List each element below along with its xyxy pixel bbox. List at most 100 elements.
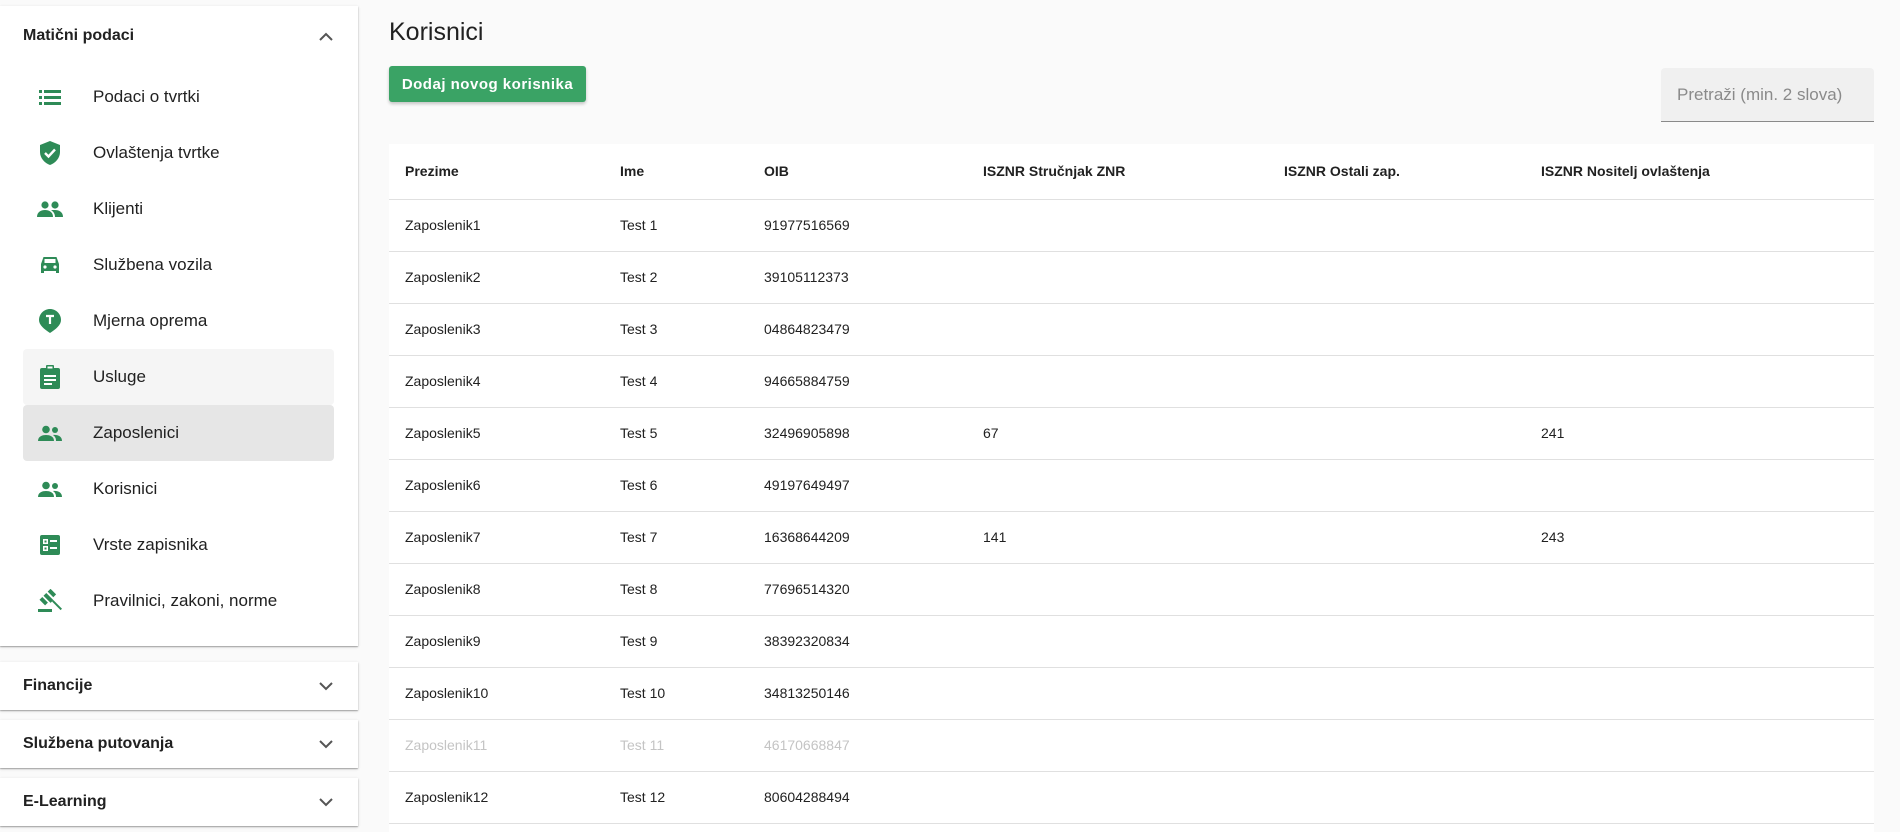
sidebar-item-label: Ovlaštenja tvrtke [93, 143, 220, 162]
section-sluzbena-putovanja[interactable]: Službena putovanja [0, 720, 358, 768]
sidebar-item-korisnici[interactable]: Korisnici [23, 461, 334, 517]
cell-ime: Test 1 [604, 199, 748, 252]
cell-isznr-nositelj [1525, 303, 1874, 356]
cell-isznr-strucnjak [967, 719, 1268, 772]
column-header-ime[interactable]: Ime [604, 144, 748, 200]
list-icon [36, 83, 64, 111]
cell-oib: 94665884759 [748, 355, 967, 408]
cell-isznr-ostali [1268, 355, 1525, 408]
table-row[interactable]: Zaposlenik4 Test 4 94665884759 [389, 355, 1874, 408]
verified-shield-icon [36, 139, 64, 167]
column-header-prezime[interactable]: Prezime [389, 144, 604, 200]
cell-isznr-strucnjak [967, 251, 1268, 304]
sidebar-item-klijenti[interactable]: Klijenti [23, 181, 334, 237]
sidebar-item-label: Vrste zapisnika [93, 535, 208, 554]
table-row[interactable]: Zaposlenik6 Test 6 49197649497 [389, 459, 1874, 512]
cell-isznr-ostali [1268, 459, 1525, 512]
car-icon [36, 251, 64, 279]
sidebar-item-mjerna-oprema[interactable]: Mjerna oprema [23, 293, 334, 349]
table-row[interactable]: Zaposlenik1 Test 1 91977516569 [389, 199, 1874, 252]
cell-prezime: Zaposlenik8 [389, 563, 604, 616]
sidebar-item-usluge[interactable]: Usluge [23, 349, 334, 405]
list-alt-icon [36, 531, 64, 559]
sidebar-item-sluzbena-vozila[interactable]: Službena vozila [23, 237, 334, 293]
cell-ime: Test 3 [604, 303, 748, 356]
sidebar-item-label: Korisnici [93, 479, 158, 498]
cell-isznr-nositelj: 241 [1525, 407, 1874, 460]
section-header-sluzbena-putovanja[interactable]: Službena putovanja [0, 720, 358, 768]
chevron-up-icon[interactable] [316, 26, 336, 46]
cell-isznr-nositelj [1525, 615, 1874, 668]
section-e-learning[interactable]: E-Learning [0, 778, 358, 826]
cell-isznr-ostali [1268, 719, 1525, 772]
cell-oib: 39105112373 [748, 251, 967, 304]
cell-oib: 16368644209 [748, 511, 967, 564]
sidebar-item-label: Klijenti [93, 199, 144, 218]
table-row[interactable]: Zaposlenik5 Test 5 32496905898 67 241 [389, 407, 1874, 460]
cell-isznr-nositelj: 243 [1525, 511, 1874, 564]
cell-ime: Test 12 [604, 771, 748, 824]
cell-ime: Test 6 [604, 459, 748, 512]
chevron-down-icon[interactable] [316, 792, 336, 812]
cell-isznr-strucnjak [967, 459, 1268, 512]
cell-ime: Test 8 [604, 563, 748, 616]
cell-isznr-nositelj [1525, 459, 1874, 512]
table-row[interactable]: Zaposlenik7 Test 7 16368644209 141 243 [389, 511, 1874, 564]
table-row[interactable]: Zaposlenik10 Test 10 34813250146 [389, 667, 1874, 720]
sidebar-item-label: Zaposlenici [93, 423, 179, 442]
column-header-isznr-strucnjak[interactable]: ISZNR Stručnjak ZNR [967, 144, 1268, 200]
section-title: Službena putovanja [23, 735, 174, 752]
page-title: Korisnici [389, 18, 484, 46]
table-row[interactable]: Zaposlenik2 Test 2 39105112373 [389, 251, 1874, 304]
cell-oib: 32496905898 [748, 407, 967, 460]
add-user-button[interactable]: Dodaj novog korisnika [389, 66, 586, 102]
cell-ime: Test 2 [604, 251, 748, 304]
sidebar-item-ovlastenja-tvrtke[interactable]: Ovlaštenja tvrtke [23, 125, 334, 181]
sidebar-item-label: Službena vozila [93, 255, 213, 274]
table-row[interactable]: Zaposlenik8 Test 8 77696514320 [389, 563, 1874, 616]
column-header-isznr-ostali[interactable]: ISZNR Ostali zap. [1268, 144, 1525, 200]
cell-oib: 34813250146 [748, 667, 967, 720]
table-row[interactable]: Zaposlenik12 Test 12 80604288494 [389, 771, 1874, 824]
table-row[interactable]: Zaposlenik3 Test 3 04864823479 [389, 303, 1874, 356]
sidebar-item-podaci-o-tvrtki[interactable]: Podaci o tvrtki [23, 69, 334, 125]
cell-ime: Test 10 [604, 667, 748, 720]
people-icon [36, 195, 64, 223]
cell-isznr-ostali [1268, 511, 1525, 564]
chevron-down-icon[interactable] [316, 734, 336, 754]
cell-ime: Test 4 [604, 355, 748, 408]
sidebar-item-pravilnici[interactable]: Pravilnici, zakoni, norme [23, 573, 334, 629]
sidebar-item-zaposlenici[interactable]: Zaposlenici [23, 405, 334, 461]
cell-isznr-strucnjak [967, 303, 1268, 356]
sidebar-item-label: Podaci o tvrtki [93, 87, 200, 106]
cell-isznr-ostali [1268, 407, 1525, 460]
table-row[interactable]: Zaposlenik11 Test 11 46170668847 [389, 719, 1874, 772]
section-header-financije[interactable]: Financije [0, 662, 358, 710]
cell-isznr-nositelj [1525, 719, 1874, 772]
supervisor-icon [36, 475, 64, 503]
sidebar-item-vrste-zapisnika[interactable]: Vrste zapisnika [23, 517, 334, 573]
column-header-isznr-nositelj[interactable]: ISZNR Nositelj ovlaštenja [1525, 144, 1874, 200]
cell-isznr-ostali [1268, 771, 1525, 824]
cell-prezime: Zaposlenik2 [389, 251, 604, 304]
section-financije[interactable]: Financije [0, 662, 358, 710]
users-table: Prezime Ime OIB ISZNR Stručnjak ZNR ISZN… [389, 144, 1874, 832]
cell-isznr-ostali [1268, 563, 1525, 616]
cell-isznr-ostali [1268, 199, 1525, 252]
search-field[interactable] [1661, 68, 1874, 122]
section-header-e-learning[interactable]: E-Learning [0, 778, 358, 826]
gavel-icon [36, 587, 64, 615]
cell-oib: 46170668847 [748, 719, 967, 772]
column-header-oib[interactable]: OIB [748, 144, 967, 200]
chevron-down-icon[interactable] [316, 676, 336, 696]
cell-isznr-strucnjak [967, 615, 1268, 668]
search-input[interactable] [1661, 68, 1874, 121]
cell-isznr-strucnjak [967, 771, 1268, 824]
cell-oib: 49197649497 [748, 459, 967, 512]
table-row[interactable]: Zaposlenik9 Test 9 38392320834 [389, 615, 1874, 668]
sidebar-item-label: Usluge [93, 367, 146, 386]
cell-prezime: Zaposlenik1 [389, 199, 604, 252]
section-header-maticni-podaci[interactable]: Matični podaci [0, 6, 358, 66]
cell-prezime: Zaposlenik5 [389, 407, 604, 460]
cell-isznr-nositelj [1525, 251, 1874, 304]
